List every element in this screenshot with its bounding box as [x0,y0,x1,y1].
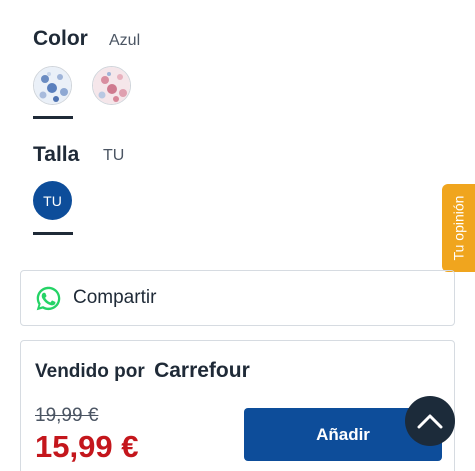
color-swatch-pink[interactable] [92,66,131,105]
color-selected-value: Azul [109,32,141,49]
selected-size-indicator [33,232,73,235]
share-label: Compartir [73,287,157,308]
chevron-up-icon [417,414,443,429]
feedback-tab[interactable]: Tu opinión [442,184,475,272]
sold-by-line: Vendido por Carrefour [35,359,250,383]
blue-pattern-swatch-icon [34,67,71,104]
whatsapp-icon [36,286,61,310]
scroll-to-top-button[interactable] [405,396,455,446]
selected-color-indicator [33,116,73,119]
size-option-tu[interactable]: TU [33,181,72,220]
share-whatsapp-button[interactable]: Compartir [20,270,455,326]
size-label: Talla [33,143,80,166]
seller-box: Vendido por Carrefour 19,99 € 15,99 € Añ… [20,340,455,471]
color-label: Color [33,27,88,50]
current-price: 15,99 € [35,429,139,464]
seller-name[interactable]: Carrefour [154,359,250,382]
pink-pattern-swatch-icon [93,67,130,104]
color-swatch-blue[interactable] [33,66,72,105]
size-selected-value: TU [103,147,125,164]
product-options-page: Color Azul Talla TU TU Tu opinión Compar… [0,0,475,471]
sold-by-prefix: Vendido por [35,361,145,382]
original-price: 19,99 € [35,405,99,426]
feedback-tab-label: Tu opinión [450,195,467,261]
